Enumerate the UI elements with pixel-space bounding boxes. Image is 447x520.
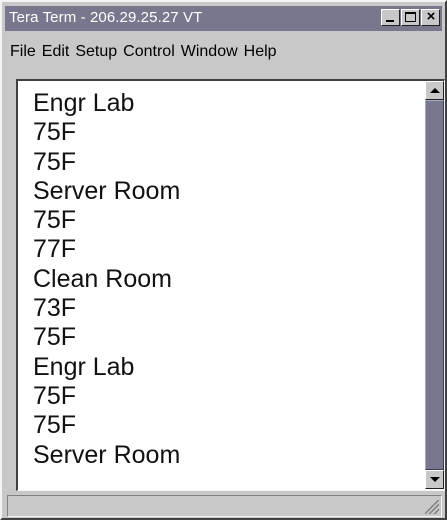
terminal-line: 75F: [33, 206, 77, 235]
terminal-line: 75F: [33, 381, 77, 410]
title-bar-buttons: ×: [380, 9, 440, 26]
terminal-line: Engr Lab: [33, 89, 135, 117]
menu-window[interactable]: Window: [178, 43, 241, 61]
terminal-line: Server Room: [33, 440, 181, 469]
title-bar[interactable]: Tera Term - 206.29.25.27 VT ×: [5, 6, 442, 31]
terminal-area[interactable]: Engr Lab 75F 75F Server Room 75F 77F Cle…: [16, 79, 445, 491]
scroll-thumb[interactable]: [425, 100, 444, 470]
minimize-button[interactable]: [381, 9, 400, 26]
scroll-up-button[interactable]: [425, 81, 444, 100]
terminal-line: 75F: [33, 118, 77, 147]
maximize-button[interactable]: [401, 9, 420, 26]
menu-file[interactable]: File: [5, 43, 39, 61]
terminal-line: Clean Room: [33, 264, 172, 293]
close-icon: ×: [426, 8, 436, 25]
arrow-up-icon: [430, 88, 440, 93]
menu-help[interactable]: Help: [241, 43, 280, 61]
vertical-scrollbar[interactable]: [425, 81, 444, 489]
window-title: Tera Term - 206.29.25.27 VT: [9, 9, 203, 26]
terminal-line: Server Room: [33, 176, 181, 205]
close-button[interactable]: ×: [421, 9, 440, 26]
status-bar: [7, 495, 442, 517]
scroll-down-button[interactable]: [425, 470, 444, 489]
terminal-line: 73F: [33, 294, 77, 323]
menu-control[interactable]: Control: [120, 43, 178, 61]
terminal-line: 77F: [33, 235, 77, 264]
tera-term-window: Tera Term - 206.29.25.27 VT × File Edit …: [0, 0, 447, 520]
minimize-icon: [386, 20, 394, 22]
menu-setup[interactable]: Setup: [72, 43, 120, 61]
menu-bar: File Edit Setup Control Window Help: [5, 34, 442, 70]
terminal-line: 75F: [33, 147, 77, 176]
resize-grip-icon[interactable]: [425, 500, 439, 514]
maximize-icon: [405, 12, 416, 22]
arrow-down-icon: [430, 477, 440, 482]
terminal-output: Engr Lab 75F 75F Server Room 75F 77F Cle…: [33, 89, 180, 470]
menu-edit[interactable]: Edit: [39, 43, 73, 61]
terminal-line: Engr Lab: [33, 352, 135, 381]
terminal-line: 75F: [33, 323, 77, 352]
terminal-line: 75F: [33, 411, 77, 440]
